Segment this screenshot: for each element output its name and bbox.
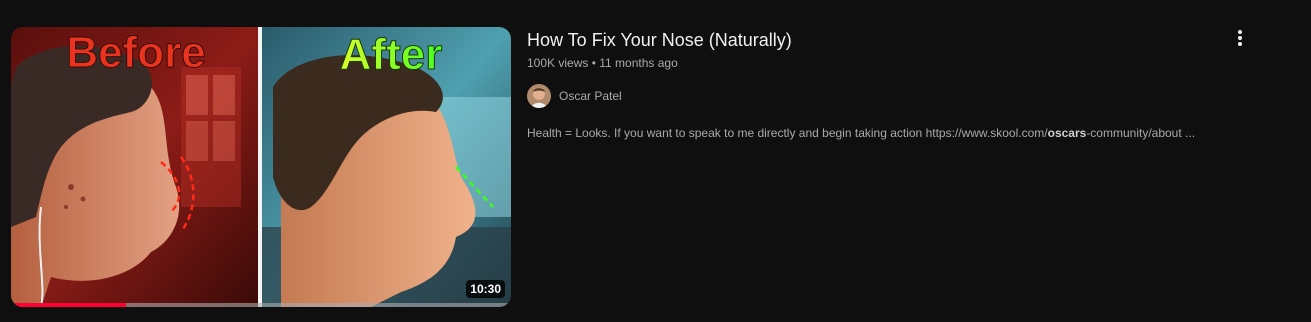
more-vertical-icon <box>1238 30 1242 46</box>
video-info: How To Fix Your Nose (Naturally) 100K vi… <box>527 27 1227 142</box>
view-count: 100K views <box>527 56 589 70</box>
thumbnail-before-text: Before <box>66 28 205 77</box>
channel-link[interactable]: Oscar Patel <box>527 84 622 108</box>
thumbnail-image: Before After <box>11 27 511 307</box>
video-metadata: 100K views • 11 months ago <box>527 54 1227 72</box>
video-result: Before After 10:30 How To Fix Your Nose … <box>0 0 1311 322</box>
more-actions-button[interactable] <box>1226 24 1254 52</box>
watch-progress-bar <box>11 303 511 307</box>
video-thumbnail[interactable]: Before After 10:30 <box>11 27 511 307</box>
upload-age: 11 months ago <box>599 56 678 70</box>
meta-separator: • <box>591 56 596 70</box>
description-text-end: -community/about ... <box>1086 126 1196 140</box>
watch-progress-fill <box>11 303 126 307</box>
channel-avatar[interactable] <box>527 84 551 108</box>
channel-name[interactable]: Oscar Patel <box>559 89 622 103</box>
description-highlight: oscars <box>1047 126 1087 140</box>
video-description: Health = Looks. If you want to speak to … <box>527 124 1227 142</box>
video-title[interactable]: How To Fix Your Nose (Naturally) <box>527 27 1227 53</box>
description-text: Health = Looks. If you want to speak to … <box>527 126 1048 140</box>
thumbnail-after-text: After <box>340 30 443 79</box>
duration-badge: 10:30 <box>466 280 505 298</box>
